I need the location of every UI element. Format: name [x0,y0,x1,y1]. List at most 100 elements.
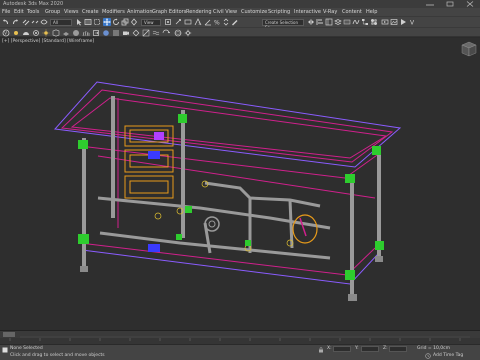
percent-snap-icon[interactable]: % [213,18,221,27]
grid-size: Grid = 10,0cm [417,346,450,351]
vessel-tank [292,214,318,244]
select-and-move-icon[interactable] [103,18,111,26]
menu-create[interactable]: Create [82,8,99,16]
pipe-skid-wireframe-model[interactable] [0,38,480,330]
menu-edit[interactable]: Edit [14,8,24,16]
vray-light-icon[interactable] [12,29,20,37]
menu-interactive[interactable]: Interactive [294,8,321,16]
toggle-scene-explorer-icon[interactable] [325,18,333,26]
x-coord-label: X: [327,346,332,351]
schematic-view-icon[interactable] [361,18,369,26]
select-manipulate-icon[interactable] [174,18,182,26]
time-slider[interactable] [0,330,480,338]
vray-settings-icon[interactable] [184,29,192,37]
vray-scene-converter-icon[interactable] [162,29,170,37]
x-coord-field[interactable] [333,346,351,352]
lock-selection-icon[interactable] [318,347,324,353]
add-time-tag[interactable]: Add Time Tag [433,353,463,359]
maximize-icon[interactable] [440,0,460,8]
rendered-frame-window-icon[interactable] [390,18,398,26]
vray-proxy-icon[interactable] [52,29,60,37]
render-production-icon[interactable] [399,18,407,26]
redo-icon[interactable] [11,18,19,26]
select-and-place-icon[interactable] [130,18,138,26]
menu-civil-view[interactable]: Civil View [213,8,237,16]
z-coord-field[interactable] [389,346,407,352]
edit-named-selection-icon[interactable] [231,18,239,26]
menu-customize[interactable]: Customize [241,8,267,16]
menu-tools[interactable]: Tools [27,8,39,16]
y-coord-label: Y: [355,346,359,351]
time-tag-icon[interactable] [425,353,431,359]
select-object-icon[interactable] [75,18,83,26]
menu-rendering[interactable]: Rendering [186,8,212,16]
blue-valves [148,151,160,252]
menu-group[interactable]: Group [45,8,60,16]
angle-snap-icon[interactable] [204,18,212,26]
vray-sphere-icon[interactable] [72,29,80,37]
vray-frame-buffer-icon[interactable]: V [409,18,417,27]
pump-impeller [208,220,216,228]
vray-material-icon[interactable] [102,29,110,37]
menu-graph-editors[interactable]: Graph Editors [152,8,186,16]
select-by-name-icon[interactable] [84,18,92,26]
vray-mesh-export-icon[interactable] [92,29,100,37]
menu-file[interactable]: File [2,8,10,16]
selection-status: None Selected [10,346,43,351]
snaps-toggle-icon[interactable]: 3 [194,18,202,26]
vray-lister-icon[interactable] [112,29,120,37]
curve-editor-icon[interactable] [352,18,360,26]
select-and-rotate-icon[interactable] [112,18,120,26]
menu-views[interactable]: Views [64,8,78,16]
vray-render-icon[interactable]: V [2,29,10,37]
align-icon[interactable] [316,18,324,26]
vray-environment-fog-icon[interactable] [152,29,160,37]
vray-clipper-icon[interactable] [142,29,150,37]
menu-animation[interactable]: Animation [127,8,153,16]
pivot-center-icon[interactable] [164,18,172,26]
svg-text:%: % [214,20,220,27]
material-editor-icon[interactable] [370,18,378,26]
undo-icon[interactable] [2,18,10,26]
render-setup-icon[interactable] [381,18,389,26]
unlink-icon[interactable] [31,18,39,26]
bind-spacewarp-icon[interactable] [40,18,48,26]
fitting-front-left-top [78,140,88,149]
select-and-scale-icon[interactable] [121,18,129,26]
toggle-layer-explorer-icon[interactable] [334,18,342,26]
minimize-icon[interactable] [420,0,440,8]
menu-content[interactable]: Content [342,8,362,16]
vray-dome-light-icon[interactable] [22,29,30,37]
menu-vray[interactable]: V-Ray [323,8,337,16]
vray-fur-icon[interactable] [82,29,90,37]
link-icon[interactable] [22,18,30,26]
vray-ies-light-icon[interactable] [32,29,40,37]
menu-scripting[interactable]: Scripting [268,8,290,16]
fitting-front-right-top [345,174,355,183]
maxscript-listener-icon[interactable] [2,347,8,353]
rectangular-selection-icon[interactable] [93,18,101,26]
top-frame-inner-2 [70,97,388,159]
toggle-ribbon-icon[interactable] [343,18,351,26]
vray-camera-icon[interactable] [122,29,130,37]
vray-cosmos-icon[interactable] [174,29,182,37]
mirror-icon[interactable] [307,18,315,26]
menu-help[interactable]: Help [366,8,377,16]
vray-decal-icon[interactable] [132,29,140,37]
keyboard-shortcut-override-icon[interactable] [184,18,192,26]
vray-sun-icon[interactable] [42,29,50,37]
close-icon[interactable] [460,0,480,8]
gauge-5 [154,212,162,220]
vray-plane-icon[interactable] [62,29,70,37]
named-selection-set-dropdown[interactable]: Create Selection Se [262,19,304,30]
menu-modifiers[interactable]: Modifiers [102,8,125,16]
feet [80,256,383,301]
reference-coordinate-dropdown[interactable]: View [141,19,161,26]
fitting-front-right-bottom [345,270,355,280]
y-coord-field[interactable] [361,346,379,352]
valve-purple [154,132,164,140]
perspective-viewport[interactable]: [+] [Perspective] [Standard] [Wireframe] [0,38,480,330]
panel-box-3 [124,175,174,199]
selection-filter-dropdown[interactable]: All [50,19,72,26]
spinner-snap-icon[interactable] [222,18,230,26]
